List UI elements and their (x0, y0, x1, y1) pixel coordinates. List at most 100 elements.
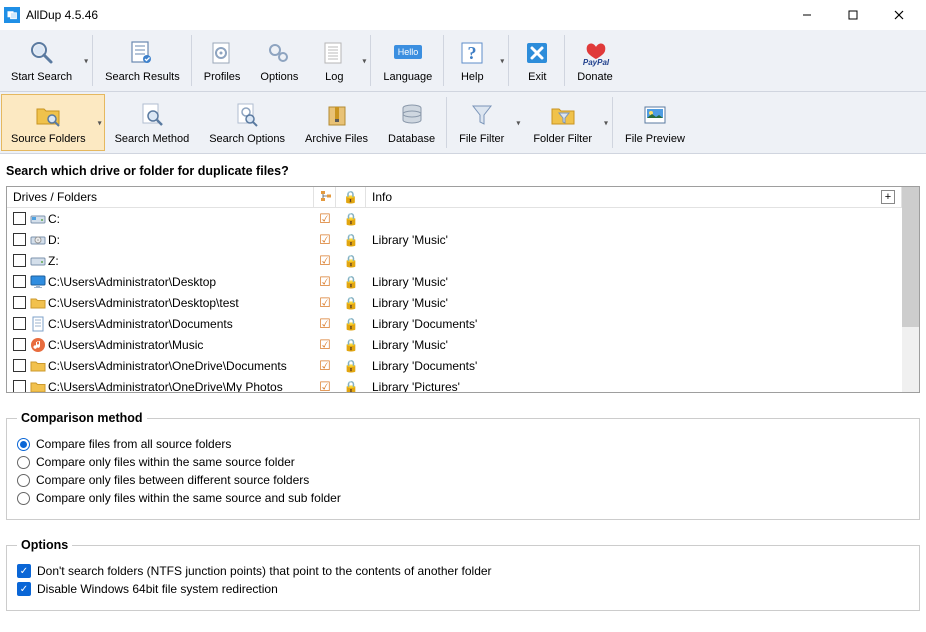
row-path: Z: (48, 254, 59, 268)
row-checkbox[interactable] (13, 338, 26, 351)
table-row[interactable]: C:\Users\Administrator\Desktop☑🔒Library … (7, 271, 902, 292)
language-button[interactable]: Hello Language (373, 32, 442, 89)
music-icon (30, 337, 46, 353)
subfolder-check-icon[interactable]: ☑ (319, 358, 331, 374)
lock-icon: 🔒 (343, 190, 358, 204)
radio-compare-same[interactable] (17, 456, 30, 469)
row-checkbox[interactable] (13, 233, 26, 246)
subfolder-check-icon[interactable]: ☑ (319, 316, 331, 332)
chevron-down-icon: ▾ (500, 56, 504, 65)
donate-button[interactable]: PayPal Donate (567, 32, 622, 89)
row-info: Library 'Music' (372, 275, 448, 289)
drive-cd-icon (30, 232, 46, 248)
folder-filter-button[interactable]: Folder Filter ▾ (523, 94, 611, 151)
database-icon (396, 99, 428, 131)
row-checkbox[interactable] (13, 296, 26, 309)
col-lock-header[interactable]: 🔒 (336, 187, 366, 207)
options-panel: Options ✓Don't search folders (NTFS junc… (6, 538, 920, 611)
subfolder-check-icon[interactable]: ☑ (319, 274, 331, 290)
magnifier-gear-icon (231, 99, 263, 131)
file-preview-button[interactable]: File Preview (615, 94, 695, 151)
row-path: C: (48, 212, 60, 226)
svg-text:?: ? (468, 43, 477, 63)
row-checkbox[interactable] (13, 212, 26, 225)
options-legend: Options (17, 538, 72, 552)
app-icon (4, 7, 20, 23)
log-button[interactable]: Log ▾ (308, 32, 369, 89)
lock-icon: 🔒 (344, 359, 359, 373)
checkbox-ntfs-junction[interactable]: ✓ (17, 564, 31, 578)
table-row[interactable]: C: ☑ 🔒 (7, 208, 902, 229)
row-checkbox[interactable] (13, 317, 26, 330)
checkbox-64bit-redirect[interactable]: ✓ (17, 582, 31, 596)
table-row[interactable]: C:\Users\Administrator\Desktop\test☑🔒Lib… (7, 292, 902, 313)
col-info-header[interactable]: Info+ (366, 187, 902, 207)
row-info: Library 'Documents' (372, 359, 477, 373)
row-checkbox[interactable] (13, 380, 26, 392)
gears-icon (263, 37, 295, 69)
exit-button[interactable]: Exit (511, 32, 563, 89)
folder-funnel-icon (547, 99, 579, 131)
window-controls (784, 0, 922, 30)
radio-compare-all[interactable] (17, 438, 30, 451)
maximize-button[interactable] (830, 0, 876, 30)
monitor-icon (30, 274, 46, 290)
radio-compare-different[interactable] (17, 474, 30, 487)
table-row[interactable]: C:\Users\Administrator\OneDrive\Document… (7, 355, 902, 376)
row-checkbox[interactable] (13, 359, 26, 372)
vertical-scrollbar[interactable] (902, 187, 919, 392)
log-icon (318, 37, 350, 69)
search-method-button[interactable]: Search Method (105, 94, 200, 151)
folder-icon (30, 358, 46, 374)
close-button[interactable] (876, 0, 922, 30)
subfolder-check-icon[interactable]: ☑ (319, 295, 331, 311)
database-button[interactable]: Database (378, 94, 445, 151)
scrollbar-thumb[interactable] (902, 187, 919, 327)
folder-icon (30, 379, 46, 393)
options-button[interactable]: Options (250, 32, 308, 89)
results-icon (126, 37, 158, 69)
lock-icon: 🔒 (344, 254, 359, 268)
subfolder-check-icon[interactable]: ☑ (319, 211, 331, 227)
lock-icon: 🔒 (344, 212, 359, 226)
source-folders-button[interactable]: Source Folders ▾ (1, 94, 105, 151)
chevron-down-icon: ▾ (98, 118, 102, 127)
row-checkbox[interactable] (13, 275, 26, 288)
hello-icon: Hello (392, 37, 424, 69)
row-path: C:\Users\Administrator\Documents (48, 317, 233, 331)
table-row[interactable]: C:\Users\Administrator\OneDrive\My Photo… (7, 376, 902, 392)
magnifier-icon (26, 37, 58, 69)
subfolder-check-icon[interactable]: ☑ (319, 253, 331, 269)
help-button[interactable]: ? Help ▾ (446, 32, 507, 89)
minimize-button[interactable] (784, 0, 830, 30)
lock-icon: 🔒 (344, 296, 359, 310)
subfolder-check-icon[interactable]: ☑ (319, 379, 331, 393)
table-row[interactable]: C:\Users\Administrator\Music☑🔒Library 'M… (7, 334, 902, 355)
table-row[interactable]: C:\Users\Administrator\Documents☑🔒Librar… (7, 313, 902, 334)
table-row[interactable]: D:☑🔒Library 'Music' (7, 229, 902, 250)
col-subfolders-header[interactable] (314, 187, 336, 207)
magnifier-page-icon (136, 99, 168, 131)
lock-icon: 🔒 (344, 233, 359, 247)
subfolder-check-icon[interactable]: ☑ (319, 337, 331, 353)
gear-page-icon (206, 37, 238, 69)
titlebar: AllDup 4.5.46 (0, 0, 926, 30)
svg-text:Hello: Hello (398, 47, 419, 57)
row-info: Library 'Documents' (372, 317, 477, 331)
archive-files-button[interactable]: Archive Files (295, 94, 378, 151)
lock-icon: 🔒 (344, 275, 359, 289)
subfolder-check-icon[interactable]: ☑ (319, 232, 331, 248)
table-row[interactable]: Z: ☑ 🔒 (7, 250, 902, 271)
start-search-button[interactable]: Start Search ▾ (1, 32, 91, 89)
add-folder-button[interactable]: + (881, 190, 895, 204)
col-drives-header[interactable]: Drives / Folders (7, 187, 314, 207)
sub-toolbar: Source Folders ▾ Search Method Search Op… (0, 92, 926, 154)
file-filter-button[interactable]: File Filter ▾ (449, 94, 523, 151)
row-checkbox[interactable] (13, 254, 26, 267)
folder-icon (30, 295, 46, 311)
main-toolbar: Start Search ▾ Search Results Profiles O… (0, 30, 926, 92)
radio-compare-same-sub[interactable] (17, 492, 30, 505)
profiles-button[interactable]: Profiles (194, 32, 251, 89)
search-options-button[interactable]: Search Options (199, 94, 295, 151)
search-results-button[interactable]: Search Results (95, 32, 190, 89)
